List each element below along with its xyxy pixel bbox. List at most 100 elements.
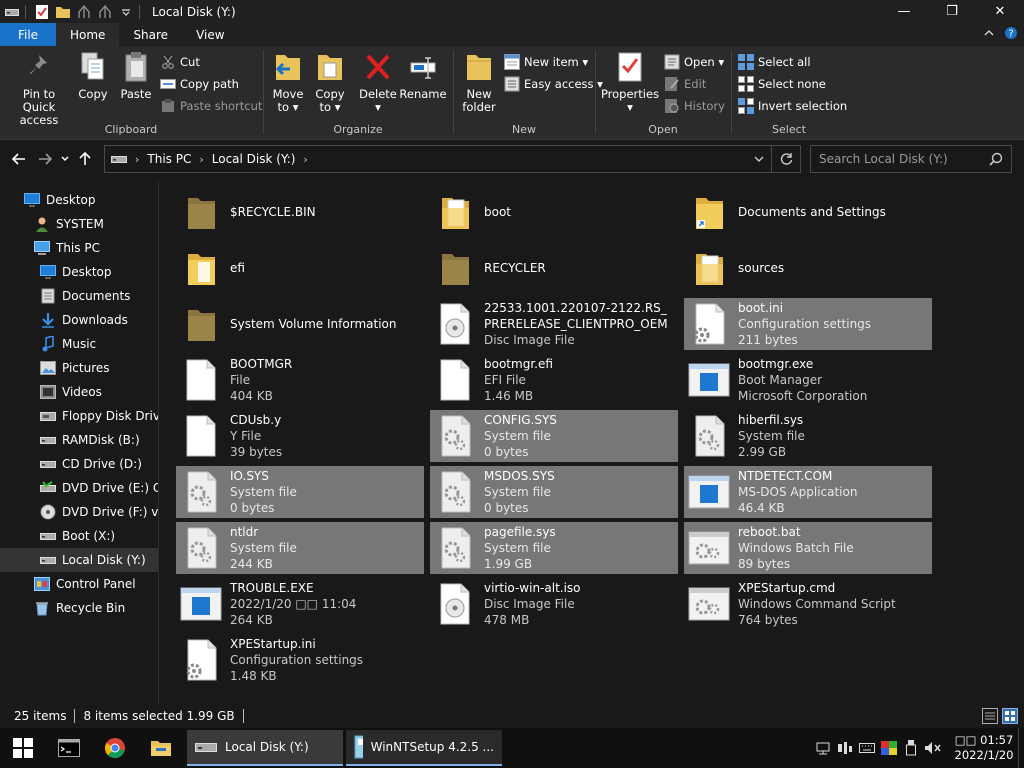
new-item-button[interactable]: New item ▾ (504, 52, 588, 72)
easy-access-button[interactable]: Easy access ▾ (504, 74, 603, 94)
maximize-button[interactable]: ❐ (928, 0, 976, 23)
paste-button[interactable]: Paste (116, 50, 156, 101)
file-tile[interactable]: boot (430, 186, 678, 238)
file-tile[interactable]: sources (684, 242, 932, 294)
sidebar-item-boot-x[interactable]: Boot (X:) (0, 524, 158, 548)
new-folder-qat-icon[interactable] (54, 3, 72, 21)
ribbon-collapse-icon[interactable] (984, 28, 994, 41)
file-tile[interactable]: efi (176, 242, 424, 294)
color-display-icon[interactable] (878, 728, 900, 768)
sidebar-item-downloads[interactable]: Downloads (0, 308, 158, 332)
command-prompt-taskbar-button[interactable] (46, 728, 92, 768)
file-tile[interactable]: CDUsb.y Y File 39 bytes (176, 410, 424, 462)
details-view-icon[interactable] (982, 708, 998, 727)
file-tile[interactable]: 22533.1001.220107-2122.RS_PRERELEASE_CLI… (430, 298, 678, 350)
sidebar-item-documents[interactable]: Documents (0, 284, 158, 308)
file-tile[interactable]: RECYCLER (430, 242, 678, 294)
address-dropdown-button[interactable] (747, 156, 771, 162)
sidebar-item-desktop[interactable]: Desktop (0, 188, 158, 212)
tab-home[interactable]: Home (56, 23, 120, 46)
breadcrumb-local-disk[interactable]: Local Disk (Y:) (212, 152, 296, 166)
sidebar-item-control-panel[interactable]: Control Panel (0, 572, 158, 596)
sidebar-item-local-disk-y[interactable]: Local Disk (Y:) (0, 548, 158, 572)
cut-button[interactable]: Cut (160, 52, 200, 72)
invert-selection-button[interactable]: Invert selection (738, 96, 847, 116)
sidebar-item-recycle-bin[interactable]: Recycle Bin (0, 596, 158, 620)
file-tile[interactable]: bootmgr.exe Boot Manager Microsoft Corpora… (684, 354, 932, 406)
copy-path-button[interactable]: Copy path (160, 74, 239, 94)
select-none-button[interactable]: Select none (738, 74, 826, 94)
clock[interactable]: □□ 01:57 2022/1/20 (950, 733, 1018, 763)
file-tile[interactable]: XPEStartup.cmd Windows Command Script 764 … (684, 578, 932, 630)
undo-qat-icon[interactable] (75, 3, 93, 21)
sidebar-item-this-pc[interactable]: This PC (0, 236, 158, 260)
file-tile[interactable]: $RECYCLE.BIN (176, 186, 424, 238)
sidebar-item-pictures[interactable]: Pictures (0, 356, 158, 380)
keyboard-icon[interactable] (856, 728, 878, 768)
taskbar-app-local-disk[interactable]: Local Disk (Y:) (187, 730, 343, 766)
file-tile[interactable]: NTDETECT.COM MS-DOS Application 46.4 KB (684, 466, 932, 518)
file-tile[interactable]: ntldr System file 244 KB (176, 522, 424, 574)
usb-device-icon[interactable] (900, 728, 922, 768)
customize-qat-chevron-icon[interactable] (117, 3, 135, 21)
file-tile[interactable]: virtio-win-alt.iso Disc Image File 478 MB (430, 578, 678, 630)
sidebar-item-cd-drive-d[interactable]: CD Drive (D:) (0, 452, 158, 476)
file-tile[interactable]: System Volume Information (176, 298, 424, 350)
sidebar-item-music[interactable]: Music (0, 332, 158, 356)
file-tile[interactable]: pagefile.sys System file 1.99 GB (430, 522, 678, 574)
file-tile[interactable]: bootmgr.efi EFI File 1.46 MB (430, 354, 678, 406)
up-button[interactable] (72, 146, 98, 172)
properties-button[interactable]: Properties ▾ (601, 50, 659, 114)
speaker-muted-icon[interactable] (922, 728, 944, 768)
refresh-button[interactable] (772, 152, 800, 166)
sidebar-item-ramdisk-b[interactable]: RAMDisk (B:) (0, 428, 158, 452)
pin-to-quick-access-button[interactable]: Pin to Quick access (6, 50, 72, 127)
file-tile[interactable]: hiberfil.sys System file 2.99 GB (684, 410, 932, 462)
back-button[interactable] (6, 146, 32, 172)
move-to-button[interactable]: Move to ▾ (268, 50, 308, 114)
file-tile[interactable]: IO.SYS System file 0 bytes (176, 466, 424, 518)
file-tile[interactable]: XPEStartup.ini Configuration settings 1.48… (176, 634, 424, 686)
copy-button[interactable]: Copy (74, 50, 112, 101)
network-icon[interactable] (812, 728, 834, 768)
tab-view[interactable]: View (182, 23, 238, 46)
copy-to-button[interactable]: Copy to ▾ (310, 50, 350, 114)
file-tile[interactable]: TROUBLE.EXE 2022/1/20 □□ 11:04 264 KB (176, 578, 424, 630)
tab-share[interactable]: Share (119, 23, 182, 46)
file-tile[interactable]: BOOTMGR File 404 KB (176, 354, 424, 406)
new-folder-button[interactable]: New folder (458, 50, 500, 114)
file-explorer-taskbar-button[interactable] (138, 728, 184, 768)
volume-control-icon[interactable] (834, 728, 856, 768)
taskbar-app-winntsetup[interactable]: WinNTSetup 4.2.5 ... (346, 730, 502, 766)
paste-shortcut-button[interactable]: Paste shortcut (160, 96, 262, 116)
file-tile[interactable]: Documents and Settings (684, 186, 932, 238)
file-tile[interactable]: MSDOS.SYS System file 0 bytes (430, 466, 678, 518)
recent-locations-button[interactable] (58, 146, 72, 172)
tiles-view-icon[interactable] (1002, 708, 1018, 727)
forward-button[interactable] (32, 146, 58, 172)
breadcrumb-this-pc[interactable]: This PC (147, 152, 191, 166)
sidebar-item-dvd-drive-f-virti[interactable]: DVD Drive (F:) virti (0, 500, 158, 524)
address-bar[interactable]: › This PC › Local Disk (Y:) › (104, 145, 801, 173)
chrome-taskbar-button[interactable] (92, 728, 138, 768)
sidebar-item-system[interactable]: SYSTEM (0, 212, 158, 236)
properties-qat-icon[interactable] (33, 3, 51, 21)
start-button[interactable] (0, 728, 46, 768)
redo-qat-icon[interactable] (96, 3, 114, 21)
edit-button[interactable]: Edit (664, 74, 706, 94)
tab-file[interactable]: File (0, 23, 56, 46)
history-button[interactable]: History (664, 96, 725, 116)
sidebar-item-desktop[interactable]: Desktop (0, 260, 158, 284)
rename-button[interactable]: Rename (399, 50, 447, 101)
file-tile[interactable]: reboot.bat Windows Batch File 89 bytes (684, 522, 932, 574)
delete-button[interactable]: Delete ▾ (358, 50, 398, 114)
open-button[interactable]: Open ▾ (664, 52, 724, 72)
sidebar-item-videos[interactable]: Videos (0, 380, 158, 404)
file-tile[interactable]: CONFIG.SYS System file 0 bytes (430, 410, 678, 462)
help-icon[interactable]: ? (1004, 26, 1018, 43)
file-tile[interactable]: boot.ini Configuration settings 211 bytes (684, 298, 932, 350)
minimize-button[interactable]: — (880, 0, 928, 23)
sidebar-item-dvd-drive-e-cpf[interactable]: DVD Drive (E:) CPF (0, 476, 158, 500)
show-desktop-button[interactable] (1018, 728, 1024, 768)
close-button[interactable]: ✕ (976, 0, 1024, 23)
